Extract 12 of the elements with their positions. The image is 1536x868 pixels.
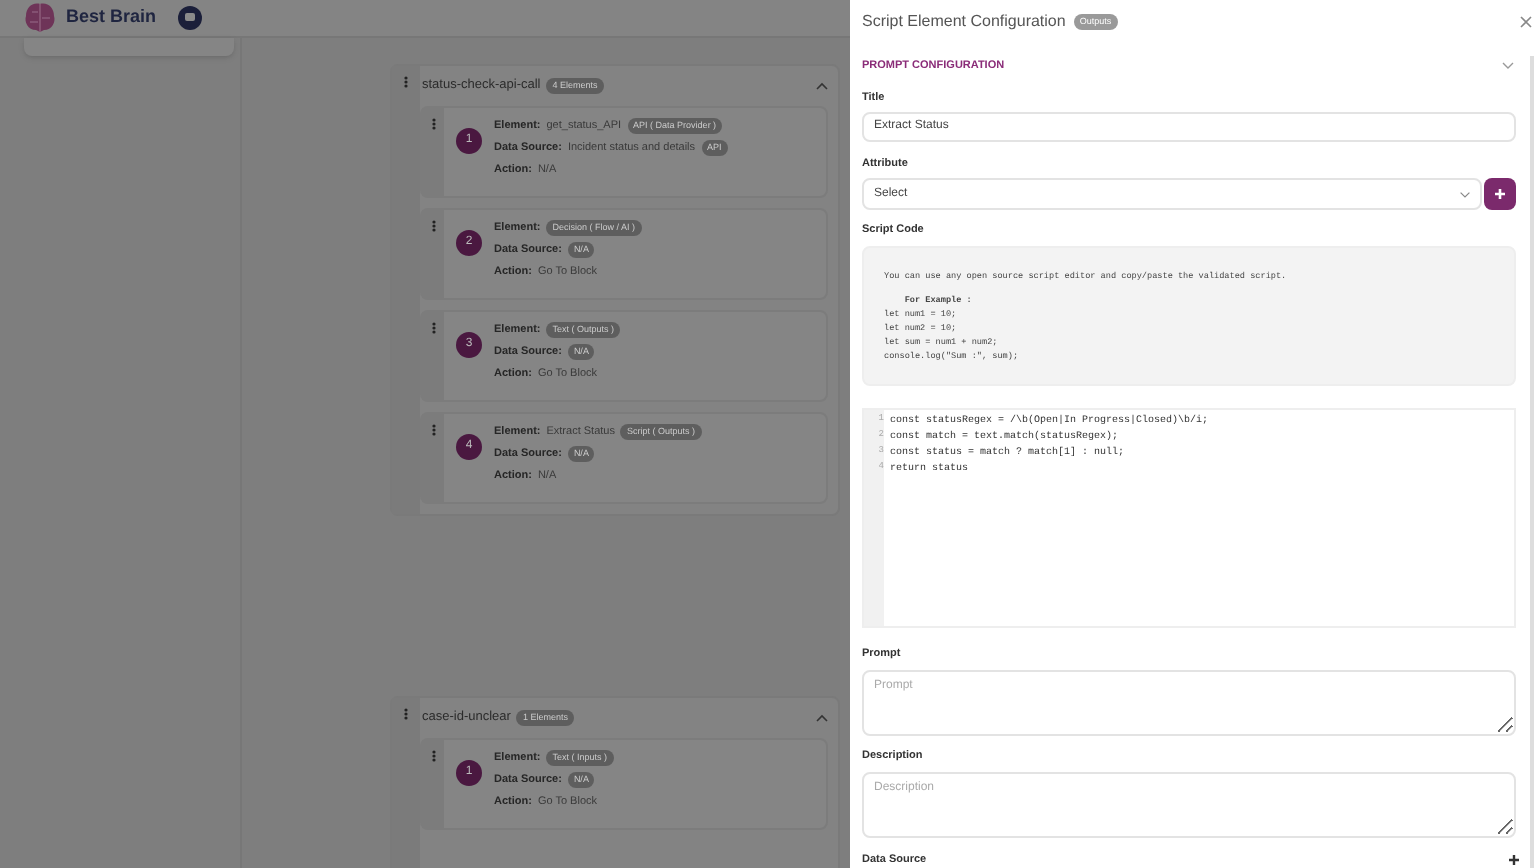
chevron-icon	[1460, 191, 1470, 198]
add-button[interactable]	[1484, 178, 1516, 211]
brain-logo-icon	[22, 0, 58, 36]
close-icon[interactable]	[1520, 16, 1532, 28]
chevron-icon[interactable]	[816, 82, 828, 90]
panel-title: Script Element Configuration	[862, 9, 1066, 34]
plus-icon	[1494, 188, 1506, 201]
brand-name: Best Brain	[66, 4, 157, 31]
plus-icon[interactable]	[1508, 853, 1520, 866]
chat-icon[interactable]	[178, 6, 203, 30]
chevron-icon[interactable]	[1502, 61, 1514, 70]
chevron-icon[interactable]	[816, 714, 828, 722]
